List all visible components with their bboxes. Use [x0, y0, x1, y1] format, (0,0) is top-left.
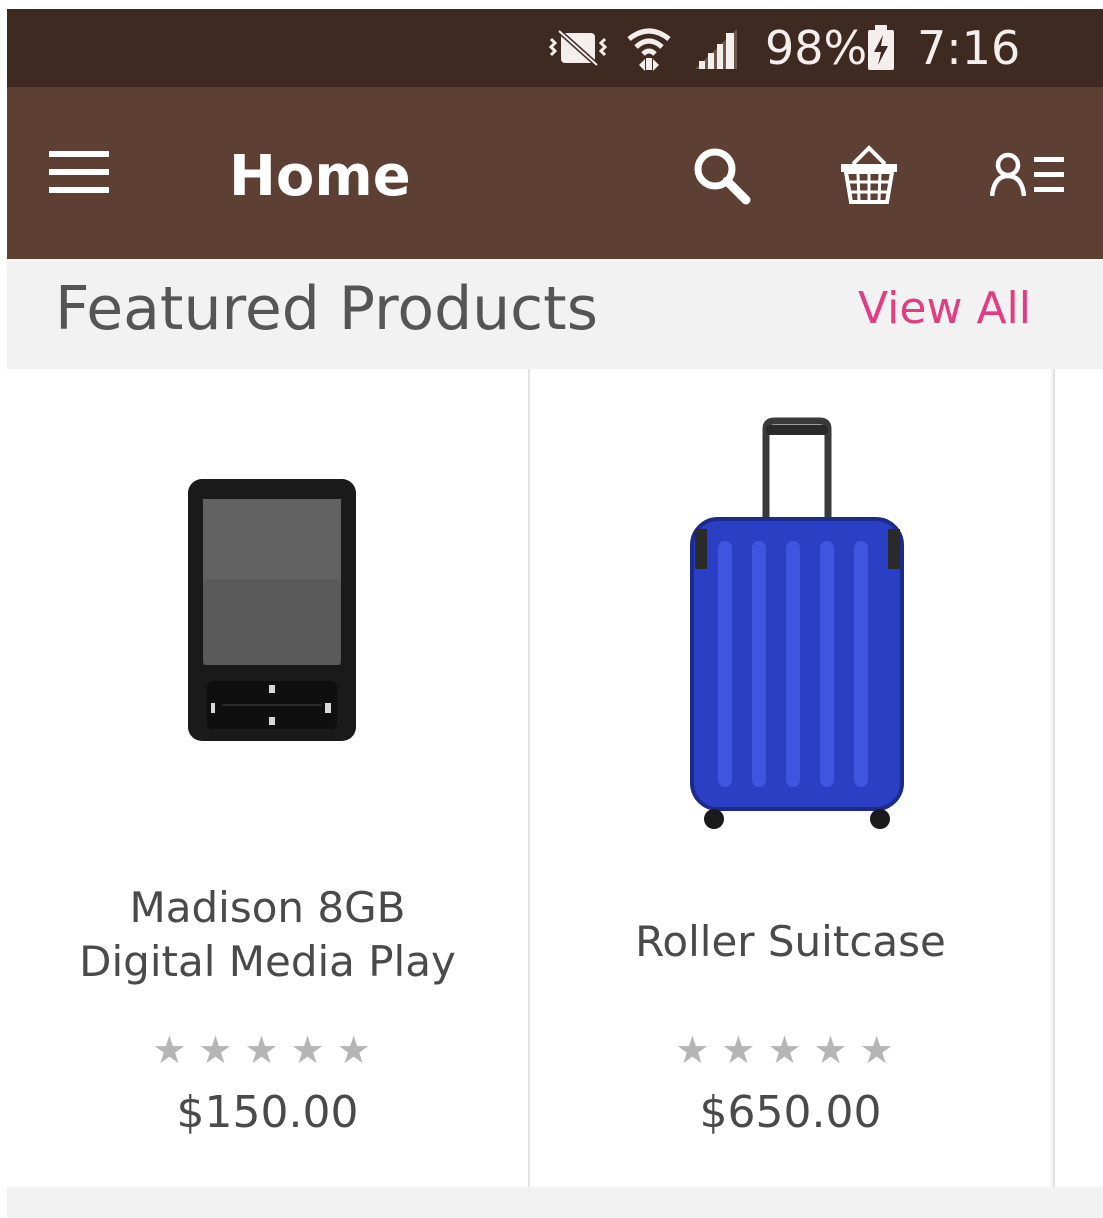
battery-percentage: 98% — [765, 21, 868, 75]
product-card[interactable]: Madison 8GB Digital Media Play ★★★★★ $15… — [7, 369, 528, 1187]
vibrate-mute-icon — [547, 27, 609, 74]
status-bar: 98% 7:16 pm — [7, 9, 1103, 123]
product-price: $650.00 — [699, 1087, 882, 1138]
search-button[interactable] — [679, 139, 763, 215]
product-card[interactable]: Roller Suitcase ★★★★★ $650.00 — [530, 369, 1051, 1187]
app-bar: Home — [7, 87, 1103, 259]
battery-charging-icon — [867, 25, 895, 76]
menu-button[interactable] — [37, 139, 121, 209]
signal-icon — [693, 27, 739, 76]
rating-stars: ★★★★★ — [152, 1030, 383, 1072]
cart-button[interactable] — [827, 139, 911, 215]
product-price: $150.00 — [176, 1087, 359, 1138]
app-screen: 98% 7:16 pm Home — [7, 9, 1103, 1218]
suitcase-image — [530, 369, 1051, 849]
view-all-link[interactable]: View All — [858, 281, 1031, 337]
basket-icon — [839, 144, 899, 211]
featured-products-header: Featured Products View All — [7, 259, 1103, 369]
product-name: Madison 8GB Digital Media Play — [79, 883, 456, 986]
section-title: Featured Products — [55, 274, 598, 344]
wifi-icon — [625, 21, 673, 78]
account-list-icon — [989, 152, 1066, 203]
product-name: Roller Suitcase — [635, 917, 946, 966]
search-icon — [691, 145, 751, 210]
account-button[interactable] — [983, 139, 1073, 215]
rating-stars: ★★★★★ — [675, 1030, 906, 1072]
product-card-peek[interactable] — [1053, 369, 1103, 1187]
media-player-image — [7, 369, 528, 849]
menu-icon — [49, 149, 109, 200]
page-title: Home — [229, 144, 411, 209]
